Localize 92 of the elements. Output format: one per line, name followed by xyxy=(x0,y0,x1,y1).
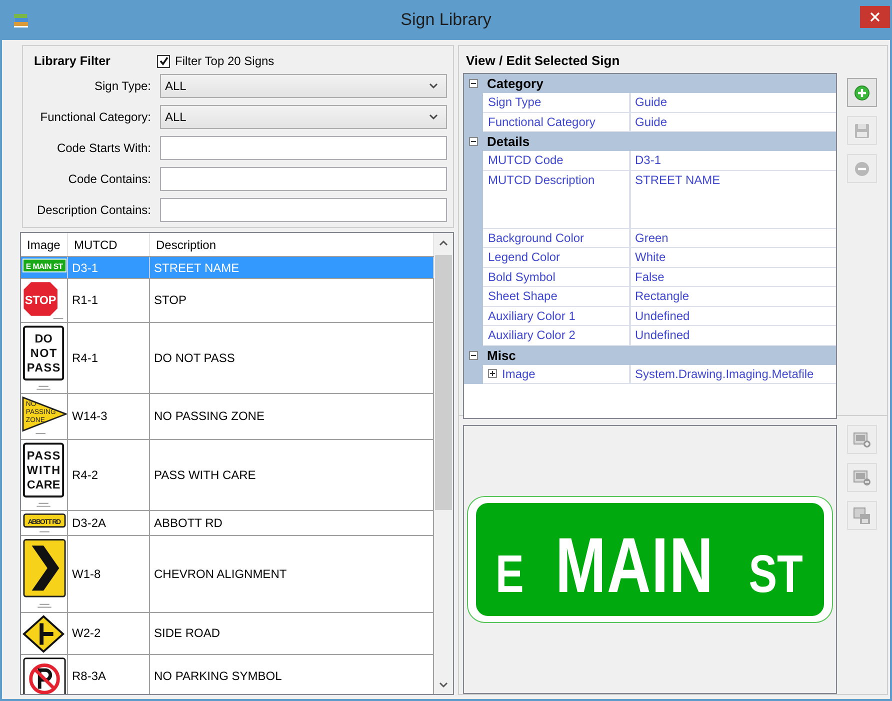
sign-thumbnail: PASS WITH CARE xyxy=(22,441,67,510)
property-value: System.Drawing.Imaging.Metafile xyxy=(635,366,814,380)
check-icon xyxy=(158,56,168,66)
property-name: MUTCD Description xyxy=(488,172,595,186)
table-cell: W14-3 xyxy=(72,409,108,424)
table-row[interactable]: W1-8 CHEVRON ALIGNMENT xyxy=(21,534,434,612)
input-field[interactable] xyxy=(160,167,447,191)
table-cell: PASS WITH CARE xyxy=(154,468,256,482)
checkbox[interactable]: Filter Top 20 Signs xyxy=(157,54,274,68)
property-value: STREET NAME xyxy=(635,172,720,186)
property-value: Undefined xyxy=(635,308,690,322)
property-name: Legend Color xyxy=(488,250,560,264)
table-cell: R4-2 xyxy=(72,468,98,482)
property-value: Guide xyxy=(635,114,668,128)
field-label: Code Contains: xyxy=(67,172,151,186)
property-name: Auxiliary Color 2 xyxy=(488,328,576,342)
property-name: Sign Type xyxy=(488,95,542,109)
chevron-down-icon xyxy=(429,83,438,89)
field-label: Code Starts With: xyxy=(56,141,151,155)
table-cell: DO NOT PASS xyxy=(154,350,235,365)
sign-legend-text: E xyxy=(496,554,524,596)
window-title: Sign Library xyxy=(400,10,492,29)
table-cell: SIDE ROAD xyxy=(154,626,220,640)
table-cell: R4-1 xyxy=(72,350,98,365)
table-cell: STREET NAME xyxy=(154,260,240,275)
section-title: Library Filter xyxy=(33,54,112,68)
property-name: Functional Category xyxy=(488,114,596,128)
checkbox-label: Filter Top 20 Signs xyxy=(175,54,274,68)
close-button[interactable] xyxy=(860,6,890,28)
property-name: Sheet Shape xyxy=(488,289,558,303)
field-label: Functional Category: xyxy=(39,110,151,124)
add-button[interactable] xyxy=(847,78,877,107)
property-name: Auxiliary Color 1 xyxy=(488,308,576,322)
table-row[interactable]: R8-3A NO PARKING SYMBOL xyxy=(21,654,434,694)
table-cell: NO PARKING SYMBOL xyxy=(154,668,282,683)
property-name: Background Color xyxy=(488,230,584,244)
section-title: View / Edit Selected Sign xyxy=(465,52,620,70)
table-row[interactable]: STOP R1-1 STOP xyxy=(21,278,434,322)
dropdown[interactable]: ALL xyxy=(160,105,447,129)
category-header: Misc xyxy=(486,348,516,362)
table-cell: NO PASSING ZONE xyxy=(154,409,264,424)
sign-thumbnail: DO NOT PASS xyxy=(22,324,67,392)
category-header: Category xyxy=(486,76,544,91)
property-name: Image xyxy=(502,366,536,380)
chevron-up-icon xyxy=(439,240,448,246)
field-label: Sign Type: xyxy=(94,79,151,93)
dropdown[interactable]: ALL xyxy=(160,74,447,98)
collapse-icon[interactable] xyxy=(469,350,478,360)
table-cell: R8-3A xyxy=(72,668,106,683)
books-icon xyxy=(12,11,30,29)
property-value: Guide xyxy=(635,95,668,109)
monitor-plus-icon xyxy=(853,432,871,448)
property-name: MUTCD Code xyxy=(488,153,564,167)
field-label: Description Contains: xyxy=(36,203,151,217)
chevron-down-icon xyxy=(429,114,438,120)
sign-thumbnail xyxy=(22,614,67,654)
input-field[interactable] xyxy=(160,198,447,222)
table-cell: D3-2A xyxy=(72,516,106,530)
collapse-icon[interactable] xyxy=(469,137,478,146)
sign-legend-text: ST xyxy=(749,554,804,596)
property-name: Bold Symbol xyxy=(488,270,556,284)
dropdown-value: ALL xyxy=(165,110,186,124)
close-icon xyxy=(870,12,880,22)
property-value: D3-1 xyxy=(635,153,662,167)
table-row[interactable]: DO NOT PASS R4-1 DO NOT PASS xyxy=(21,322,434,393)
property-value: Green xyxy=(635,230,668,244)
monitor-minus-icon xyxy=(853,470,871,486)
minus-icon xyxy=(854,160,870,176)
collapse-icon[interactable] xyxy=(469,79,478,88)
table-cell: STOP xyxy=(154,293,186,308)
table-cell: W2-2 xyxy=(72,626,101,640)
monitor-floppy-icon xyxy=(853,506,871,524)
plus-icon xyxy=(854,84,870,100)
table-cell: ABBOTT RD xyxy=(154,516,222,530)
scrollbar[interactable] xyxy=(434,233,453,694)
sign-legend-text: MAIN xyxy=(556,534,714,596)
category-header: Details xyxy=(486,134,530,149)
table-cell: CHEVRON ALIGNMENT xyxy=(154,566,287,581)
table-cell: R1-1 xyxy=(72,293,98,308)
property-value: Undefined xyxy=(635,328,690,342)
property-value: False xyxy=(635,270,664,284)
table-cell: W1-8 xyxy=(72,566,101,581)
table-cell: D3-1 xyxy=(72,260,98,275)
expand-icon[interactable] xyxy=(488,369,497,378)
property-value: White xyxy=(635,250,666,264)
dropdown-value: ALL xyxy=(165,79,186,93)
table-row[interactable]: W2-2 SIDE ROAD xyxy=(21,612,434,654)
input-field[interactable] xyxy=(160,136,447,160)
table-row[interactable]: PASS WITH CARE R4-2 PASS WITH CARE xyxy=(21,439,434,510)
property-value: Rectangle xyxy=(635,289,690,303)
chevron-down-icon xyxy=(439,682,448,688)
sign-thumbnail: E MAIN ST xyxy=(22,258,67,273)
